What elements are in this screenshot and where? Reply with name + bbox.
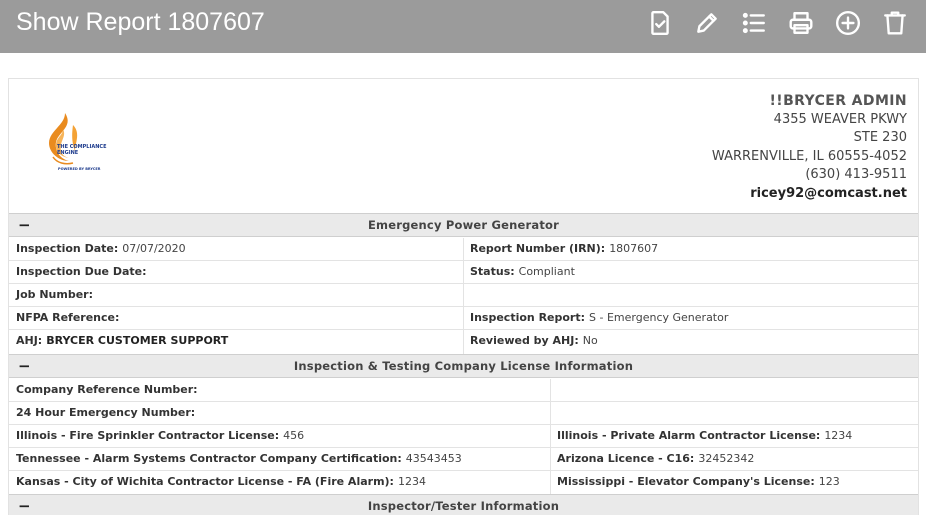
field-label: Kansas - City of Wichita Contractor Lice… <box>16 475 394 488</box>
company-address-line2: STE 230 <box>853 130 907 145</box>
detail-row: Illinois - Fire Sprinkler Contractor Lic… <box>9 425 918 448</box>
field-label: Job Number: <box>16 288 94 301</box>
detail-row: AHJ: BRYCER CUSTOMER SUPPORT Reviewed by … <box>9 330 918 353</box>
company-name: !!BRYCER ADMIN <box>769 93 907 109</box>
field-label: Arizona Licence - C16: <box>557 452 695 465</box>
field-label: Illinois - Private Alarm Contractor Lice… <box>557 429 821 442</box>
field-value: Compliant <box>518 265 575 278</box>
logo-powered-by: POWERED BY BRYCER <box>58 167 101 172</box>
section-title-inspector: Inspector/Tester Information <box>367 499 560 513</box>
section-header-inspector: − Inspector/Tester Information <box>9 494 918 515</box>
field-label: Mississippi - Elevator Company's License… <box>557 475 815 488</box>
delete-button[interactable] <box>879 8 910 38</box>
field-label: 24 Hour Emergency Number: <box>16 406 196 419</box>
field-value: BRYCER CUSTOMER SUPPORT <box>46 334 229 347</box>
detail-row: Company Reference Number: <box>9 379 918 402</box>
field-label: Inspection Report: <box>470 311 586 324</box>
edit-button[interactable] <box>691 8 722 38</box>
detail-row: 24 Hour Emergency Number: <box>9 402 918 425</box>
company-email: ricey92@comcast.net <box>750 185 907 201</box>
trash-icon <box>883 11 906 35</box>
field-value: 456 <box>283 429 305 442</box>
license-details: Company Reference Number: 24 Hour Emerge… <box>9 379 918 495</box>
field-value: 1234 <box>397 475 426 488</box>
field-value: 07/07/2020 <box>122 242 186 255</box>
field-label: Inspection Due Date: <box>16 265 147 278</box>
page-title: Show Report 1807607 <box>16 8 265 36</box>
checklist-doc-icon <box>650 10 669 36</box>
company-info: !!BRYCER ADMIN 4355 WEAVER PKWY STE 230 … <box>712 92 907 203</box>
field-value: 123 <box>818 475 840 488</box>
field-value: 1234 <box>824 429 853 442</box>
collapse-toggle-inspector[interactable]: − <box>18 495 31 515</box>
field-value: 43543453 <box>405 452 462 465</box>
detail-row: Kansas - City of Wichita Contractor Lice… <box>9 471 918 494</box>
section-title-license: Inspection & Testing Company License Inf… <box>293 359 634 373</box>
field-label: Tennessee - Alarm Systems Contractor Com… <box>16 452 402 465</box>
field-label: Illinois - Fire Sprinkler Contractor Lic… <box>16 429 280 442</box>
field-label: Inspection Date: <box>16 242 119 255</box>
company-phone: (630) 413-9511 <box>805 167 907 182</box>
section-header-license: − Inspection & Testing Company License I… <box>9 354 918 378</box>
printer-icon <box>789 12 812 34</box>
detail-row: Job Number: <box>9 284 918 307</box>
plus-circle-icon <box>835 10 860 36</box>
list-button[interactable] <box>738 8 769 38</box>
detail-row: Inspection Date: 07/07/2020 Report Number… <box>9 238 918 261</box>
detail-row: NFPA Reference: Inspection Report: S - Em… <box>9 307 918 330</box>
field-label: NFPA Reference: <box>16 311 120 324</box>
toolbar <box>644 8 910 38</box>
checklist-doc-button[interactable] <box>644 8 675 38</box>
field-value: 1807607 <box>609 242 659 255</box>
company-address-line1: 4355 WEAVER PKWY <box>773 111 907 127</box>
pencil-icon <box>696 13 717 33</box>
company-city-line: WARRENVILLE, IL 60555-4052 <box>711 148 907 164</box>
collapse-toggle-generator[interactable]: − <box>18 214 31 236</box>
field-value: No <box>582 334 598 347</box>
section-header-generator: − Emergency Power Generator <box>9 213 918 237</box>
logo-wordmark: THE COMPLIANCE ENGINE <box>57 144 107 156</box>
report-panel: THE COMPLIANCE ENGINE POWERED BY BRYCER … <box>8 78 919 515</box>
field-label: Report Number (IRN): <box>470 242 606 255</box>
detail-row: Inspection Due Date: Status: Compliant <box>9 261 918 284</box>
generator-details: Inspection Date: 07/07/2020 Report Number… <box>9 238 918 354</box>
section-title-generator: Emergency Power Generator <box>368 218 559 232</box>
field-label: Status: <box>470 265 515 278</box>
print-button[interactable] <box>785 8 816 38</box>
field-value: 32452342 <box>698 452 755 465</box>
field-label: Company Reference Number: <box>16 383 198 396</box>
detail-row: Tennessee - Alarm Systems Contractor Com… <box>9 448 918 471</box>
add-button[interactable] <box>832 8 863 38</box>
top-bar: Show Report 1807607 <box>0 0 926 53</box>
field-value: S - Emergency Generator <box>589 311 729 324</box>
field-label: Reviewed by AHJ: <box>470 334 579 347</box>
list-icon <box>742 12 765 34</box>
field-label: AHJ: <box>16 334 43 347</box>
collapse-toggle-license[interactable]: − <box>18 355 31 377</box>
